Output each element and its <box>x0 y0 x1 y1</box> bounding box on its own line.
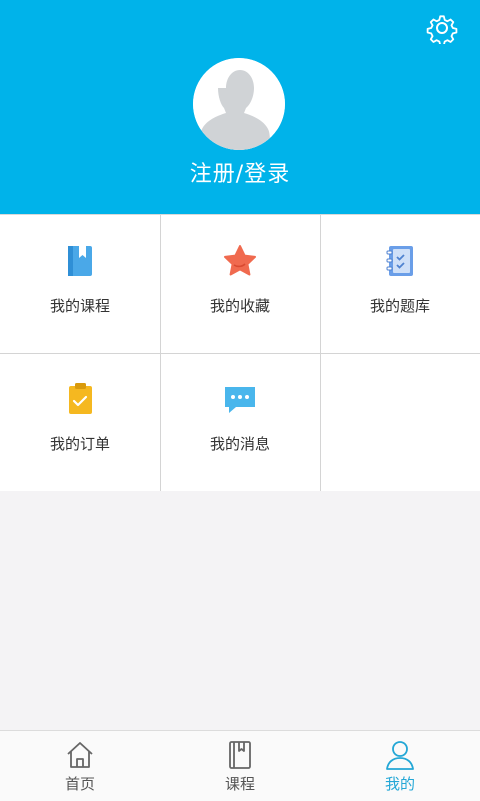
star-icon <box>224 245 256 276</box>
user-silhouette-icon <box>193 58 285 150</box>
tab-mine[interactable]: 我的 <box>320 731 480 801</box>
avatar[interactable] <box>193 58 285 150</box>
notebook-check-icon <box>386 246 413 276</box>
menu-item-courses[interactable]: 我的课程 <box>0 215 160 353</box>
book-icon <box>229 741 251 769</box>
menu-item-messages[interactable]: 我的消息 <box>160 353 320 491</box>
login-register-link[interactable]: 注册/登录 <box>0 156 480 188</box>
clipboard-check-icon <box>69 383 92 414</box>
profile-header: 注册/登录 <box>0 0 480 214</box>
home-icon <box>67 742 93 768</box>
menu-item-favorites[interactable]: 我的收藏 <box>160 215 320 353</box>
chat-bubble-icon <box>225 387 255 413</box>
menu-grid: 我的课程 我的收藏 我的题库 我的订单 我的消息 <box>0 214 480 491</box>
tab-label: 课程 <box>224 775 255 793</box>
user-icon <box>386 741 414 770</box>
menu-item-empty <box>320 353 480 491</box>
settings-button[interactable] <box>426 12 458 47</box>
gear-icon <box>426 15 458 47</box>
bottom-tab-bar: 首页 课程 我的 <box>0 730 480 801</box>
menu-item-label: 我的订单 <box>49 435 110 453</box>
book-icon <box>68 246 92 276</box>
menu-item-question-bank[interactable]: 我的题库 <box>320 215 480 353</box>
tab-label: 首页 <box>64 775 95 793</box>
tab-courses[interactable]: 课程 <box>160 731 320 801</box>
menu-item-orders[interactable]: 我的订单 <box>0 353 160 491</box>
menu-item-label: 我的收藏 <box>209 297 270 315</box>
menu-item-label: 我的课程 <box>49 297 110 315</box>
menu-item-label: 我的题库 <box>369 297 430 315</box>
tab-label: 我的 <box>384 775 415 793</box>
tab-home[interactable]: 首页 <box>0 731 160 801</box>
menu-item-label: 我的消息 <box>209 435 270 453</box>
